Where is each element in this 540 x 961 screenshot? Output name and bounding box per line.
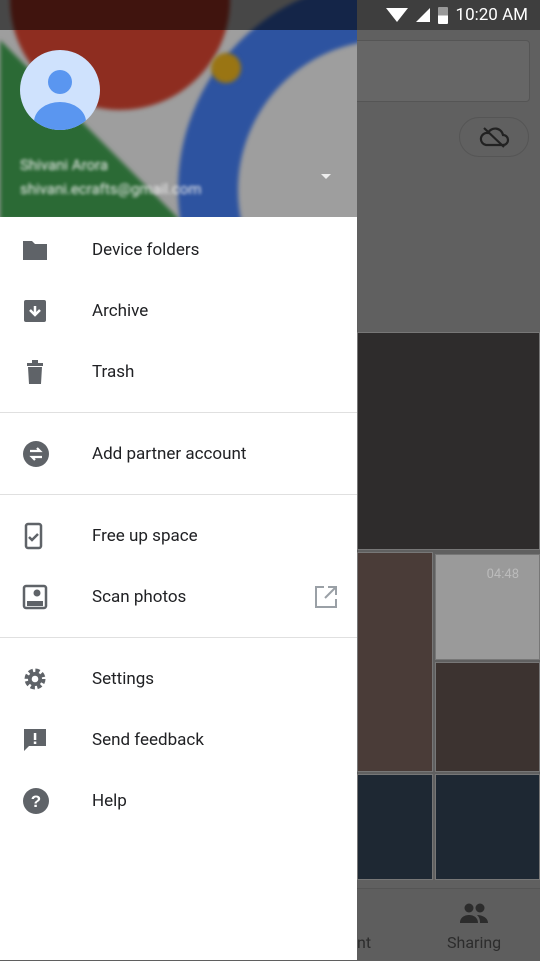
account-dropdown-icon[interactable] (321, 174, 331, 179)
menu-add-partner-account[interactable]: Add partner account (0, 423, 357, 484)
account-email: shivani.ecrafts@gmail.com (20, 180, 202, 198)
people-icon (460, 903, 488, 923)
photo-tile[interactable] (357, 332, 540, 550)
photo-tile[interactable] (357, 774, 433, 880)
partner-swap-icon (23, 440, 49, 467)
photo-tile[interactable] (435, 662, 540, 772)
free-up-space-icon (24, 522, 43, 549)
divider (0, 412, 357, 413)
menu-label: Add partner account (92, 443, 247, 464)
backup-off-button[interactable] (459, 117, 529, 157)
search-bar[interactable] (345, 40, 530, 102)
svg-text:?: ? (31, 792, 41, 811)
menu-send-feedback[interactable]: Send feedback (0, 709, 357, 770)
wifi-icon (385, 8, 408, 22)
account-header[interactable]: Shivani Arora shivani.ecrafts@gmail.com (0, 0, 357, 217)
nav-sharing[interactable]: Sharing (445, 889, 501, 961)
menu-label: Free up space (92, 525, 198, 546)
menu-label: Device folders (92, 239, 200, 260)
account-name: Shivani Arora (20, 156, 109, 174)
menu-device-folders[interactable]: Device folders (0, 219, 357, 280)
cloud-off-icon (479, 127, 510, 148)
archive-icon (24, 299, 46, 322)
open-external-icon[interactable] (314, 585, 338, 609)
folder-icon (23, 240, 47, 260)
signal-icon (415, 8, 430, 22)
video-tile[interactable]: 04:48 (435, 554, 540, 660)
nav-partial-label[interactable]: nt (357, 933, 371, 952)
photo-tile[interactable] (357, 552, 433, 772)
nav-sharing-label: Sharing (447, 933, 502, 952)
menu-label: Archive (92, 300, 149, 321)
clock: 10:20 AM (455, 5, 528, 25)
video-duration: 04:48 (486, 567, 519, 582)
menu-settings[interactable]: Settings (0, 648, 357, 709)
bottom-navigation: nt Sharing (357, 888, 540, 960)
feedback-icon (24, 728, 46, 751)
navigation-drawer: Shivani Arora shivani.ecrafts@gmail.com … (0, 0, 357, 960)
menu-label: Help (92, 790, 127, 811)
help-icon: ? (23, 787, 49, 814)
gear-icon (24, 668, 46, 689)
photo-tile[interactable] (435, 774, 540, 880)
avatar[interactable] (20, 50, 100, 130)
menu-trash[interactable]: Trash (0, 341, 357, 402)
divider (0, 494, 357, 495)
menu-help[interactable]: ? Help (0, 770, 357, 831)
battery-icon (437, 6, 448, 24)
divider (0, 637, 357, 638)
menu-free-up-space[interactable]: Free up space (0, 505, 357, 566)
menu-scan-photos[interactable]: Scan photos (0, 566, 357, 627)
menu-label: Settings (92, 668, 155, 689)
menu-archive[interactable]: Archive (0, 280, 357, 341)
menu-label: Trash (92, 361, 135, 382)
status-bar: 10:20 AM (0, 0, 540, 30)
trash-icon (27, 359, 43, 384)
menu-label: Scan photos (92, 586, 187, 607)
scan-photos-icon (22, 584, 48, 609)
menu-label: Send feedback (92, 729, 204, 750)
